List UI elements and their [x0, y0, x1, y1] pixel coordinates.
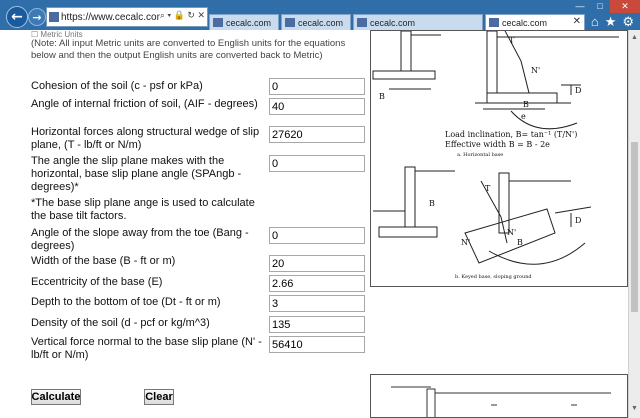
slope-line-d [554, 206, 592, 214]
clear-button[interactable]: Clear [144, 389, 174, 405]
tab-label: cecalc.com [502, 17, 548, 28]
back-arrow-icon: ← [11, 9, 23, 25]
label-bb-b: B [523, 100, 529, 109]
window-controls: — □ ✕ [570, 0, 640, 13]
retaining-wall-diagram: B T N' D e B T N' D B B N' Load inclinat… [370, 30, 628, 287]
home-icon[interactable]: ⌂ [591, 14, 599, 30]
tab-favicon-icon [285, 18, 295, 27]
close-window-button[interactable]: ✕ [610, 0, 640, 13]
load-arrow-t-d [480, 180, 502, 218]
friction-angle-input[interactable] [269, 98, 365, 115]
wall-base-a [372, 70, 436, 80]
diagram-svg: B T N' D e B T N' D B B N' Load inclinat… [372, 31, 619, 280]
wall-stem-2 [426, 388, 436, 417]
effective-width-text: Effective width B = B - 2e [445, 140, 550, 149]
label-n-b: N' [531, 66, 540, 75]
browser-icons: ⌂ ★ ⚙ [591, 14, 634, 30]
label-d-b: D [575, 86, 581, 95]
base-width-label: Width of the base (B - ft or m) [31, 255, 176, 267]
soil-density-input[interactable] [269, 316, 365, 333]
favorites-star-icon[interactable]: ★ [605, 14, 617, 30]
base-width-input[interactable] [269, 255, 365, 272]
address-controls[interactable]: ⌕ ▾ 🔒 ↻ ✕ [159, 10, 205, 21]
wall-base-b [486, 92, 558, 104]
vertical-force-input[interactable] [269, 336, 365, 353]
tab-1[interactable]: cecalc.com [209, 14, 279, 30]
tab-favicon-icon [357, 18, 367, 27]
calculate-button[interactable]: Calculate [31, 389, 81, 405]
forward-button[interactable]: → [28, 8, 46, 26]
label-b-c: B [429, 199, 435, 208]
caption-a-text: a. Horizontal base [457, 152, 503, 158]
settings-gear-icon[interactable]: ⚙ [622, 14, 634, 30]
scrollbar-thumb[interactable] [631, 142, 638, 312]
refresh-icon[interactable]: ↻ [187, 10, 195, 20]
wall-base-c [378, 226, 438, 238]
tab-favicon-icon [489, 18, 499, 27]
second-diagram-partial [370, 374, 628, 418]
tab-2[interactable]: cecalc.com [281, 14, 351, 30]
tab-4-active[interactable]: cecalc.com ✕ [485, 14, 585, 30]
eccentricity-label: Eccentricity of the base (E) [31, 276, 163, 288]
tab-favicon-icon [213, 18, 223, 27]
toe-depth-label: Depth to the bottom of toe (Dt - ft or m… [31, 296, 221, 308]
soil-density-label: Density of the soil (d - pcf or kg/m^3) [31, 317, 210, 329]
metric-note: (Note: All input Metric units are conver… [31, 38, 346, 61]
vertical-force-label: Vertical force normal to the base slip p… [31, 336, 262, 361]
label-t-d: T [485, 184, 491, 193]
load-inclination-text: Load inclination, B= tan⁻¹ (T/N') [445, 130, 577, 139]
slip-plane-angle-input[interactable] [269, 155, 365, 172]
slip-plane-angle-label: The angle the slip plane makes with the … [31, 155, 242, 193]
horizontal-forces-input[interactable] [269, 126, 365, 143]
load-arrow-n [520, 60, 530, 94]
wall-stem-b [486, 31, 498, 94]
tab-3[interactable]: cecalc.com [353, 14, 483, 30]
wall-stem-c [404, 166, 416, 228]
slope-angle-label: Angle of the slope away from the toe (Ba… [31, 227, 249, 252]
browser-toolbar: ← → https://www.cecalc.com/Retain ⌕ ▾ 🔒 … [0, 0, 640, 30]
tab-label: cecalc.com [370, 17, 416, 28]
label-d-d: D [575, 216, 581, 225]
label-b-a: B [379, 92, 385, 101]
scroll-up-icon[interactable]: ▲ [631, 34, 638, 41]
caption-b-text: b. Keyed base, sloping ground [455, 274, 532, 280]
forward-arrow-icon: → [32, 10, 42, 24]
search-dropdown-icon[interactable]: ⌕ ▾ [160, 10, 171, 20]
wall-stem-d [498, 172, 510, 234]
label-t-b: T [509, 36, 515, 45]
tab-label: cecalc.com [226, 17, 272, 28]
site-favicon-icon [49, 12, 59, 22]
slope-angle-input[interactable] [269, 227, 365, 244]
wall-stem-a [400, 31, 412, 72]
diagram-2-svg [391, 386, 611, 417]
base-tilt-note: *The base slip plane ange is used to cal… [31, 197, 255, 222]
label-n-c: N' [461, 238, 470, 247]
eccentricity-input[interactable] [269, 275, 365, 292]
friction-angle-label: Angle of internal friction of soil, (AIF… [31, 98, 258, 110]
address-bar[interactable]: https://www.cecalc.com/Retain ⌕ ▾ 🔒 ↻ ✕ [46, 7, 208, 27]
stop-icon[interactable]: ✕ [197, 10, 205, 20]
horizontal-forces-label: Horizontal forces along structural wedge… [31, 126, 260, 151]
cohesion-label: Cohesion of the soil (c - psf or kPa) [31, 80, 203, 92]
toe-depth-input[interactable] [269, 295, 365, 312]
label-n-d: N' [507, 228, 516, 237]
label-e-b: e [521, 112, 526, 121]
minimize-button[interactable]: — [570, 0, 590, 13]
scroll-down-icon[interactable]: ▼ [631, 405, 638, 412]
maximize-button[interactable]: □ [590, 0, 610, 13]
vertical-scrollbar[interactable]: ▲ ▼ [628, 30, 640, 418]
tab-label: cecalc.com [298, 17, 344, 28]
label-b-d: B [517, 238, 523, 247]
back-button[interactable]: ← [6, 6, 28, 28]
cohesion-input[interactable] [269, 78, 365, 95]
close-tab-icon[interactable]: ✕ [573, 16, 581, 27]
lock-icon: 🔒 [173, 10, 185, 20]
